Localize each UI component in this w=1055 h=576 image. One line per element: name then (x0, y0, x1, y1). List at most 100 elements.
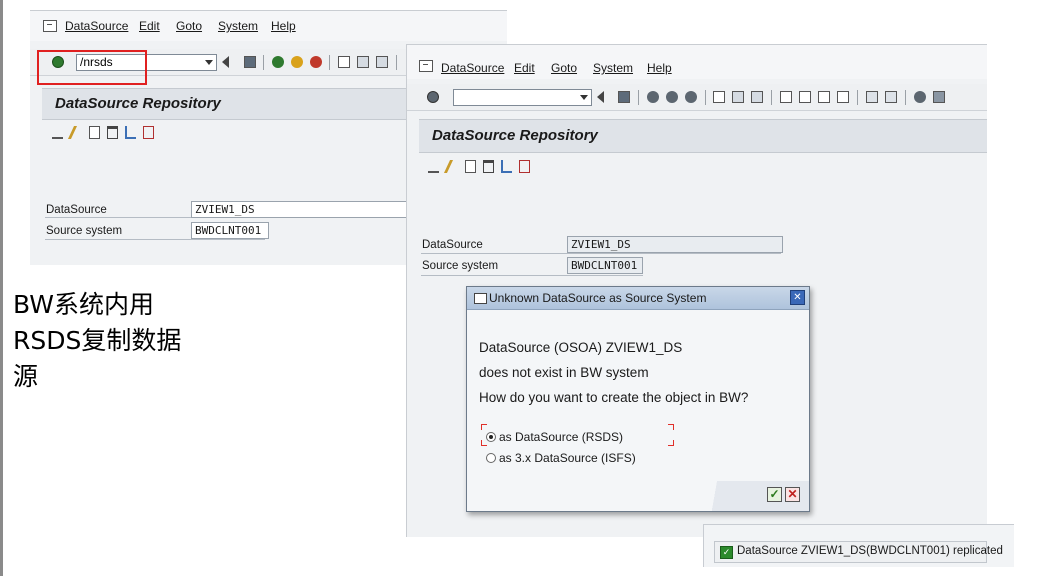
menu-edit[interactable]: Edit (514, 61, 535, 75)
help-icon[interactable] (914, 91, 926, 103)
focus-bracket (668, 440, 674, 446)
status-message-box[interactable]: ✓ DataSource ZVIEW1_DS(BWDCLNT001) repli… (714, 541, 1003, 563)
menu-bar: DataSource Edit Goto System Help (30, 11, 507, 41)
menu-system[interactable]: System (593, 61, 633, 75)
standard-toolbar (407, 84, 987, 111)
source-system-label: Source system (422, 260, 499, 272)
focus-bracket (481, 440, 487, 446)
command-field-highlight (37, 50, 147, 85)
toolbar-separator (857, 90, 858, 105)
copy-icon[interactable] (143, 126, 154, 139)
last-page-icon[interactable] (837, 91, 849, 103)
toolbar-separator (396, 55, 397, 70)
datasource-label: DataSource (46, 204, 107, 216)
dialog-title: Unknown DataSource as Source System (489, 291, 707, 305)
create-document-icon[interactable] (89, 126, 100, 139)
print-icon[interactable] (713, 91, 725, 103)
toolbar-separator (771, 90, 772, 105)
previous-page-icon[interactable] (799, 91, 811, 103)
radio-rsds-label[interactable]: as DataSource (RSDS) (499, 430, 623, 444)
command-dropdown-icon[interactable] (205, 60, 213, 65)
field-underline (421, 275, 643, 276)
menu-datasource[interactable]: DataSource (441, 61, 504, 75)
datasource-label: DataSource (422, 239, 483, 251)
menu-goto[interactable]: Goto (551, 61, 577, 75)
datasource-field[interactable]: ZVIEW1_DS (191, 201, 406, 218)
page-title: DataSource Repository (432, 127, 598, 144)
field-underline (421, 253, 781, 254)
delete-trash-icon[interactable] (483, 160, 494, 173)
copy-icon[interactable] (519, 160, 530, 173)
command-dropdown-icon[interactable] (580, 95, 588, 100)
dialog-footer: ✓ ✕ (467, 481, 809, 511)
confirm-button[interactable]: ✓ (767, 487, 782, 502)
caption-line: 源 (13, 362, 39, 391)
source-system-label: Source system (46, 225, 123, 237)
find-next-icon[interactable] (751, 91, 763, 103)
toolbar-separator (705, 90, 706, 105)
display-change-icon[interactable] (428, 160, 439, 173)
display-change-icon[interactable] (52, 126, 63, 139)
unknown-datasource-dialog: Unknown DataSource as Source System ✕ Da… (466, 286, 810, 512)
menu-system[interactable]: System (218, 19, 258, 33)
focus-bracket (668, 424, 674, 430)
status-bar: ✓ DataSource ZVIEW1_DS(BWDCLNT001) repli… (703, 524, 1014, 567)
back-arrow-icon[interactable] (222, 56, 229, 68)
tree-structure-icon[interactable] (501, 160, 512, 173)
caption-line: BW系统内用 (13, 290, 154, 319)
window-menu-icon[interactable] (419, 60, 433, 72)
menu-help[interactable]: Help (271, 19, 296, 33)
slide-caption: BW系统内用 RSDS复制数据 源 (13, 287, 181, 395)
toolbar-separator (263, 55, 264, 70)
field-underline (45, 239, 265, 240)
dialog-close-button[interactable]: ✕ (790, 290, 805, 305)
cancel-icon[interactable] (685, 91, 697, 103)
layout-menu-icon[interactable] (933, 91, 945, 103)
delete-trash-icon[interactable] (107, 126, 118, 139)
dialog-message-line: does not exist in BW system (479, 365, 649, 380)
tree-structure-icon[interactable] (125, 126, 136, 139)
radio-isfs-label[interactable]: as 3.x DataSource (ISFS) (499, 451, 636, 465)
dialog-message-line: DataSource (OSOA) ZVIEW1_DS (479, 340, 683, 355)
toolbar-separator (905, 90, 906, 105)
create-document-icon[interactable] (465, 160, 476, 173)
menu-datasource[interactable]: DataSource (65, 19, 128, 33)
menu-goto[interactable]: Goto (176, 19, 202, 33)
source-system-field[interactable]: BWDCLNT001 (567, 257, 643, 274)
exit-icon[interactable] (666, 91, 678, 103)
back-arrow-icon[interactable] (597, 91, 604, 103)
print-icon[interactable] (338, 56, 350, 68)
radio-rsds[interactable] (486, 432, 496, 442)
shortcut-icon[interactable] (885, 91, 897, 103)
cancel-button[interactable]: ✕ (785, 487, 800, 502)
find-icon[interactable] (357, 56, 369, 68)
edit-pencil-icon[interactable] (443, 160, 462, 173)
success-check-icon: ✓ (720, 546, 733, 559)
next-page-icon[interactable] (818, 91, 830, 103)
command-field[interactable] (453, 89, 592, 106)
cancel-icon[interactable] (310, 56, 322, 68)
page-title: DataSource Repository (55, 95, 221, 112)
first-page-icon[interactable] (780, 91, 792, 103)
source-system-field[interactable]: BWDCLNT001 (191, 222, 269, 239)
nav-back-icon[interactable] (647, 91, 659, 103)
focus-bracket (481, 424, 487, 430)
menu-edit[interactable]: Edit (139, 19, 160, 33)
find-icon[interactable] (732, 91, 744, 103)
toolbar-separator (638, 90, 639, 105)
edit-pencil-icon[interactable] (67, 126, 86, 139)
find-next-icon[interactable] (376, 56, 388, 68)
dialog-window-icon (474, 293, 487, 304)
dialog-title-bar[interactable]: Unknown DataSource as Source System ✕ (467, 287, 809, 310)
exit-icon[interactable] (291, 56, 303, 68)
radio-isfs[interactable] (486, 453, 496, 463)
menu-help[interactable]: Help (647, 61, 672, 75)
save-icon[interactable] (618, 91, 630, 103)
nav-back-icon[interactable] (272, 56, 284, 68)
datasource-field[interactable]: ZVIEW1_DS (567, 236, 783, 253)
create-session-icon[interactable] (866, 91, 878, 103)
enter-check-icon[interactable] (427, 91, 439, 103)
menu-bar: DataSource Edit Goto System Help (407, 45, 987, 79)
window-menu-icon[interactable] (43, 20, 57, 32)
save-icon[interactable] (244, 56, 256, 68)
